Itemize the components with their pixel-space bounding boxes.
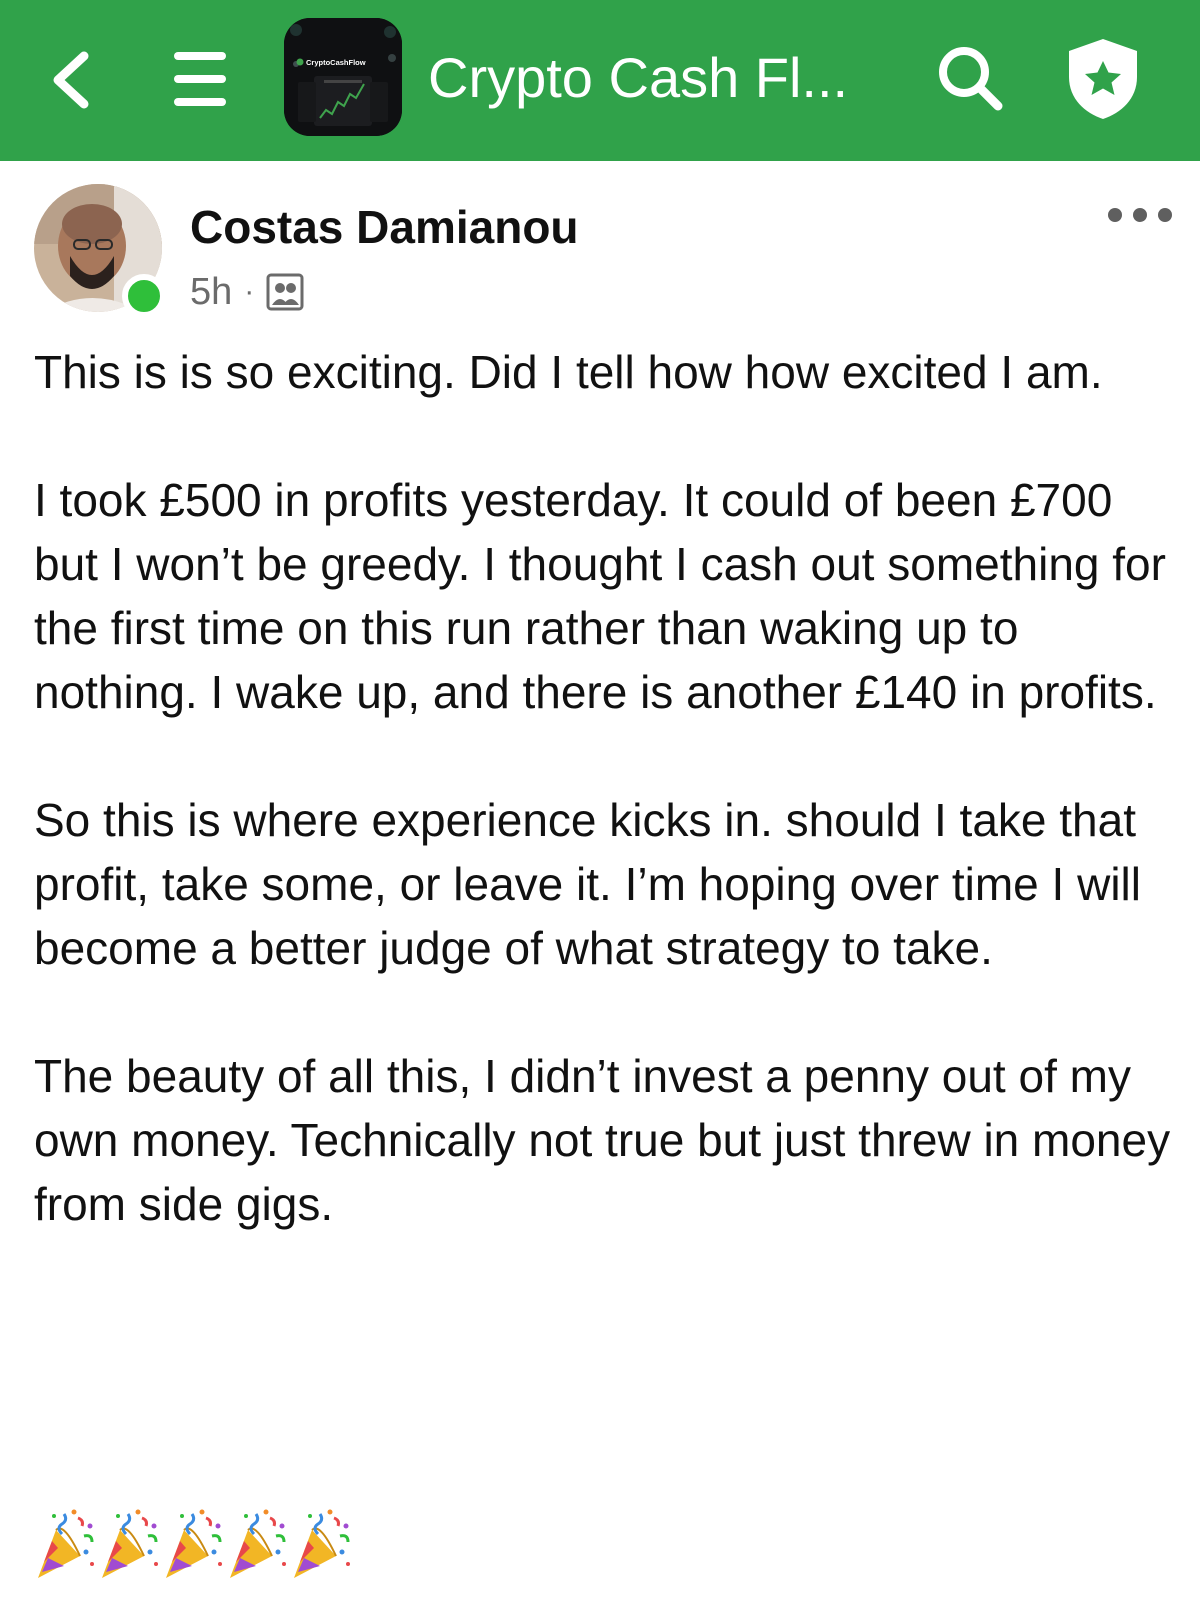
party-popper-emoji: [230, 1509, 286, 1578]
search-icon: [939, 47, 1003, 111]
author-name[interactable]: Costas Damianou: [190, 200, 579, 254]
hamburger-menu-icon: [174, 52, 226, 106]
emoji-row: [34, 1508, 352, 1588]
shield-star-icon: [1069, 39, 1137, 119]
menu-button[interactable]: [168, 44, 232, 114]
party-popper-emoji: [294, 1509, 350, 1578]
back-button[interactable]: [40, 40, 100, 120]
chevron-left-icon: [53, 51, 89, 109]
more-options-button[interactable]: [1108, 198, 1172, 232]
post-paragraph: I took £500 in profits yesterday. It cou…: [34, 474, 1166, 718]
thumb-brand-text: CryptoCashFlow: [306, 58, 366, 67]
search-button[interactable]: [930, 38, 1010, 118]
group-top-bar: CryptoCashFlow Crypto Cash Fl...: [0, 0, 1200, 161]
group-thumbnail[interactable]: CryptoCashFlow: [284, 18, 402, 136]
group-title[interactable]: Crypto Cash Fl...: [428, 38, 848, 118]
more-options-icon: [1108, 208, 1122, 222]
post-paragraph: The beauty of all this, I didn’t invest …: [34, 1050, 1171, 1230]
post-paragraph: So this is where experience kicks in. sh…: [34, 794, 1141, 974]
online-status-indicator: [122, 274, 166, 318]
post-paragraph: This is is so exciting. Did I tell how h…: [34, 346, 1103, 398]
post-time[interactable]: 5h: [190, 271, 232, 314]
party-popper-emoji: [102, 1509, 158, 1578]
post-text: This is is so exciting. Did I tell how h…: [34, 340, 1174, 1300]
admin-tools-button[interactable]: [1060, 32, 1146, 126]
group-privacy-icon: [266, 273, 304, 311]
meta-separator: ·: [244, 275, 255, 308]
party-popper-emoji: [38, 1509, 94, 1578]
post-meta: 5h ·: [190, 268, 304, 316]
party-popper-emoji: [166, 1509, 222, 1578]
